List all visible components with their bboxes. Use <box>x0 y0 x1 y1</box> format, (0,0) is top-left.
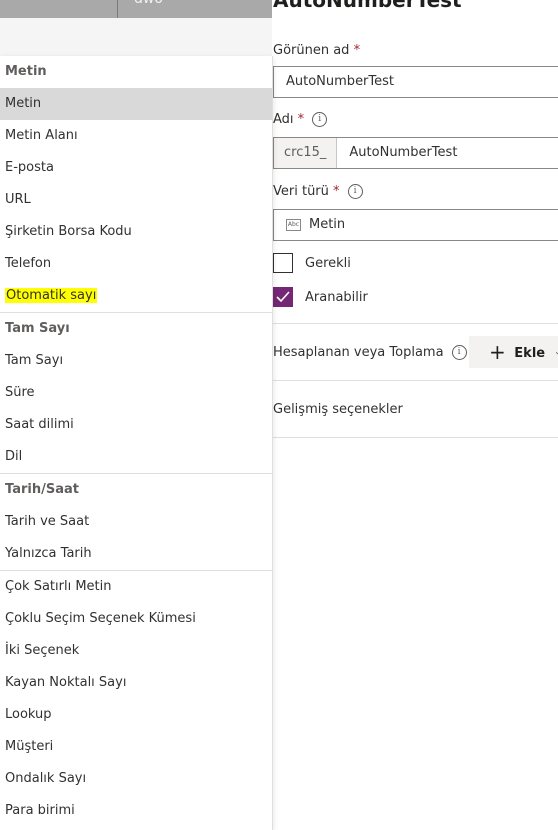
info-icon[interactable]: i <box>347 184 363 199</box>
divider <box>273 380 558 381</box>
list-item[interactable]: Şirketin Borsa Kodu <box>0 216 272 248</box>
add-button[interactable]: + Ekle ⌵ <box>469 336 558 368</box>
panel-title: AutoNumberTest <box>273 0 462 12</box>
list-item[interactable]: Metin Alanı <box>0 120 272 152</box>
list-item[interactable]: Tarih ve Saat <box>0 506 272 538</box>
list-item[interactable]: Ondalık Sayı <box>0 763 272 795</box>
datatype-dropdown[interactable]: Metin Metin Metin Alanı E-posta URL Şirk… <box>0 56 273 830</box>
list-item[interactable]: Tam Sayı <box>0 345 272 377</box>
divider <box>273 437 558 438</box>
background-area <box>0 18 272 56</box>
group-header-datetime: Tarih/Saat <box>5 482 79 497</box>
advanced-options-label[interactable]: Gelişmiş seçenekler <box>273 402 403 417</box>
datatype-value: Metin <box>309 217 346 232</box>
list-item[interactable]: Saat dilimi <box>0 409 272 441</box>
text-type-icon: Abc <box>286 218 301 231</box>
list-item[interactable]: Süre <box>0 377 272 409</box>
required-asterisk: * <box>353 43 361 58</box>
list-item[interactable]: Çoklu Seçim Seçenek Kümesi <box>0 603 272 635</box>
list-item[interactable]: Dil <box>0 441 272 473</box>
group-header-text: Metin <box>5 64 47 79</box>
display-name-value: AutoNumberTest <box>286 74 395 89</box>
name-label: Adı * i <box>273 112 328 127</box>
datatype-select[interactable]: Abc Metin <box>273 209 558 241</box>
display-name-input[interactable]: AutoNumberTest <box>273 66 558 98</box>
divider <box>273 323 558 324</box>
required-asterisk: * <box>333 184 340 199</box>
required-checkbox[interactable] <box>273 253 293 273</box>
searchable-checkbox[interactable] <box>273 287 293 307</box>
group-header-integer: Tam Sayı <box>5 321 70 336</box>
list-item[interactable]: E-posta <box>0 152 272 184</box>
name-value: AutoNumberTest <box>349 145 458 160</box>
list-item[interactable]: Telefon <box>0 248 272 280</box>
list-item[interactable]: Yalnızca Tarih <box>0 538 272 570</box>
info-icon[interactable]: i <box>312 112 328 127</box>
required-label: Gerekli <box>305 256 351 271</box>
info-icon[interactable]: i <box>451 345 467 360</box>
list-item[interactable]: Çok Satırlı Metin <box>0 571 272 603</box>
column-separator <box>117 0 118 18</box>
list-item[interactable]: Lookup <box>0 699 272 731</box>
list-item[interactable]: İki Seçenek <box>0 635 272 667</box>
highlighted-text: Otomatik sayı <box>5 288 98 303</box>
list-item[interactable]: Kayan Noktalı Sayı <box>0 667 272 699</box>
searchable-label: Aranabilir <box>305 290 368 305</box>
display-name-label: Görünen ad * <box>273 43 361 58</box>
list-item-autonumber[interactable]: Otomatik sayı <box>0 280 272 312</box>
required-asterisk: * <box>297 112 305 127</box>
top-bar: dwo <box>0 0 272 18</box>
top-bar-cell: dwo <box>134 0 163 7</box>
name-input[interactable]: crc15_ AutoNumberTest <box>273 137 558 169</box>
plus-icon: + <box>489 340 506 364</box>
datatype-label: Veri türü * i <box>273 184 363 199</box>
list-item[interactable]: URL <box>0 184 272 216</box>
name-prefix: crc15_ <box>274 138 338 168</box>
list-item[interactable]: Müşteri <box>0 731 272 763</box>
checkmark-icon <box>276 291 290 303</box>
list-item[interactable]: Metin <box>0 88 272 120</box>
calc-label: Hesaplanan veya Toplama i <box>273 345 467 360</box>
list-item[interactable]: Para birimi <box>0 795 272 827</box>
